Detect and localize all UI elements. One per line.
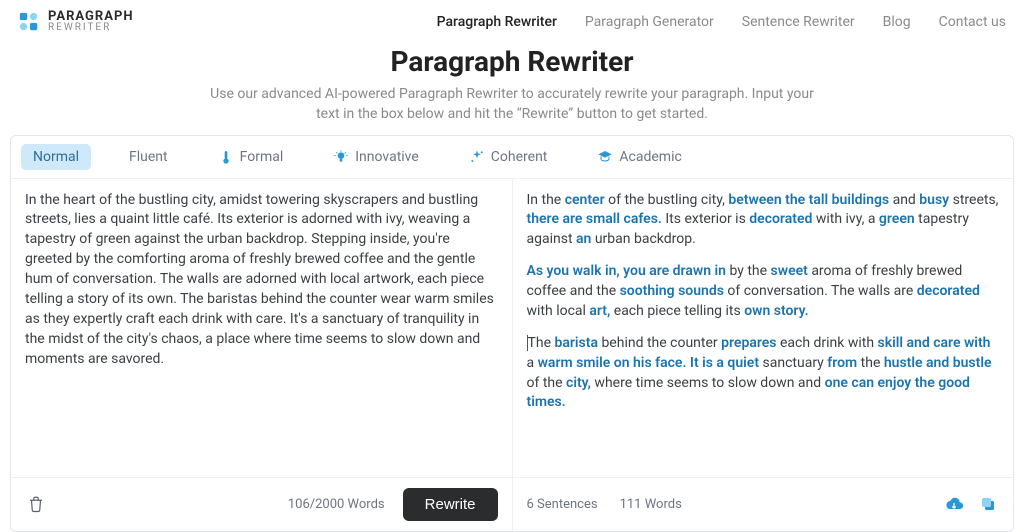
nav-item-paragraph-generator[interactable]: Paragraph Generator <box>585 14 714 30</box>
mode-tabs: Normal Fluent Formal Innovative Coherent Acad… <box>11 136 1013 179</box>
tab-label: Academic <box>619 149 681 165</box>
tab-coherent[interactable]: Coherent <box>457 144 560 170</box>
thermometer-icon <box>218 149 234 165</box>
logo-icon <box>18 11 40 33</box>
nav-item-contact-us[interactable]: Contact us <box>939 14 1006 30</box>
output-pane[interactable]: In the center of the bustling city, betw… <box>513 179 1014 477</box>
tab-label: Coherent <box>491 149 548 165</box>
download-icon <box>944 494 964 514</box>
page-title: Paragraph Rewriter <box>0 45 1024 78</box>
tab-label: Normal <box>33 149 79 165</box>
input-pane[interactable]: In the heart of the bustling city, amids… <box>11 179 513 477</box>
page-subtitle: Use our advanced AI-powered Paragraph Re… <box>202 84 822 125</box>
sentence-count: 6 Sentences <box>527 497 598 512</box>
panes: In the heart of the bustling city, amids… <box>11 179 1013 477</box>
card-footer: 106/2000 Words Rewrite 6 Sentences 111 W… <box>11 477 1013 531</box>
nav-item-paragraph-rewriter[interactable]: Paragraph Rewriter <box>437 14 557 30</box>
header: PARAGRAPH REWRITER Paragraph RewriterPar… <box>0 0 1024 39</box>
tab-label: Formal <box>240 149 284 165</box>
word-counter: 106/2000 Words <box>288 497 385 512</box>
output-paragraph: The barista behind the counter prepares … <box>527 334 1000 414</box>
logo-text-sub: REWRITER <box>48 23 134 33</box>
download-button[interactable] <box>943 493 965 515</box>
clear-button[interactable] <box>25 493 47 515</box>
logo[interactable]: PARAGRAPH REWRITER <box>18 10 134 33</box>
copy-button[interactable] <box>977 493 999 515</box>
graduation-icon <box>597 149 613 165</box>
nav-item-sentence-rewriter[interactable]: Sentence Rewriter <box>742 14 855 30</box>
tab-label: Fluent <box>129 149 168 165</box>
output-word-count: 111 Words <box>620 497 682 512</box>
nav: Paragraph Rewriter Paragraph Generator Sen… <box>437 14 1006 30</box>
rewrite-button[interactable]: Rewrite <box>403 488 498 521</box>
nav-item-blog[interactable]: Blog <box>883 14 911 30</box>
tab-formal[interactable]: Formal <box>206 144 296 170</box>
output-paragraph: In the center of the bustling city, betw… <box>527 191 1000 251</box>
tab-label: Innovative <box>355 149 419 165</box>
tab-fluent[interactable]: Fluent <box>117 144 180 170</box>
tab-normal[interactable]: Normal <box>21 144 91 170</box>
sparkle-icon <box>469 149 485 165</box>
rewriter-card: Normal Fluent Formal Innovative Coherent Acad… <box>10 135 1014 532</box>
copy-icon <box>979 495 997 513</box>
tab-innovative[interactable]: Innovative <box>321 144 431 170</box>
hero: Paragraph Rewriter Use our advanced AI-p… <box>0 45 1024 125</box>
trash-icon <box>27 495 45 513</box>
tab-academic[interactable]: Academic <box>585 144 693 170</box>
bulb-icon <box>333 149 349 165</box>
output-paragraph: As you walk in, you are drawn in by the … <box>527 262 1000 322</box>
